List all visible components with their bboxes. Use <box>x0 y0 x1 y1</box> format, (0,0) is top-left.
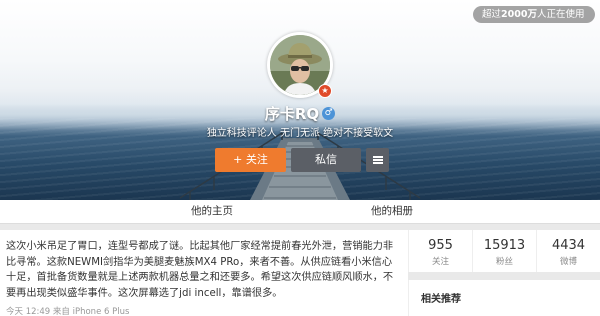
online-prefix: 超过 <box>482 9 502 20</box>
related-recommendations: 相关推荐 <box>408 280 600 316</box>
stat-posts-label: 微博 <box>559 257 577 267</box>
tab-home[interactable]: 他的主页 <box>152 200 272 224</box>
follow-button[interactable]: + 关注 <box>215 148 286 172</box>
online-suffix: 人正在使用 <box>536 9 585 20</box>
online-users-pill[interactable]: 超过2000万人正在使用 <box>473 6 595 23</box>
profile-nav: 他的主页 他的相册 <box>0 200 600 224</box>
stat-following-label: 关注 <box>431 257 449 267</box>
verified-badge-icon: ★ <box>318 84 332 98</box>
profile-name[interactable]: 序卡RQ <box>265 105 319 123</box>
stat-posts-count: 4434 <box>551 238 586 253</box>
stat-following-count: 955 <box>428 238 453 253</box>
post-text: 这次小米吊足了胃口，连型号都成了谜。比起其他厂家经常提前春光外泄，营销能力非比寻… <box>6 241 394 299</box>
weibo-post: 这次小米吊足了胃口，连型号都成了谜。比起其他厂家经常提前春光外泄，营销能力非比寻… <box>0 230 408 316</box>
tab-album[interactable]: 他的相册 <box>332 200 452 224</box>
male-gender-icon: ♂ <box>322 107 336 120</box>
post-meta: 今天 12:49 来自 iPhone 6 Plus <box>6 307 130 316</box>
profile-name-row: 序卡RQ ♂ <box>0 103 600 124</box>
related-title: 相关推荐 <box>421 294 461 305</box>
stat-posts[interactable]: 4434 微博 <box>536 230 600 272</box>
menu-icon <box>372 156 383 164</box>
stat-following[interactable]: 955 关注 <box>409 230 472 272</box>
stat-followers-label: 粉丝 <box>495 257 513 267</box>
profile-stats: 955 关注 15913 粉丝 4434 微博 <box>408 230 600 272</box>
stat-followers[interactable]: 15913 粉丝 <box>472 230 536 272</box>
stat-followers-count: 15913 <box>483 238 526 253</box>
message-button[interactable]: 私信 <box>291 148 361 172</box>
more-menu-button[interactable] <box>366 148 389 172</box>
profile-bio: 独立科技评论人 无门无派 绝对不接受软文 <box>206 128 394 139</box>
online-count: 2000万 <box>501 9 537 20</box>
